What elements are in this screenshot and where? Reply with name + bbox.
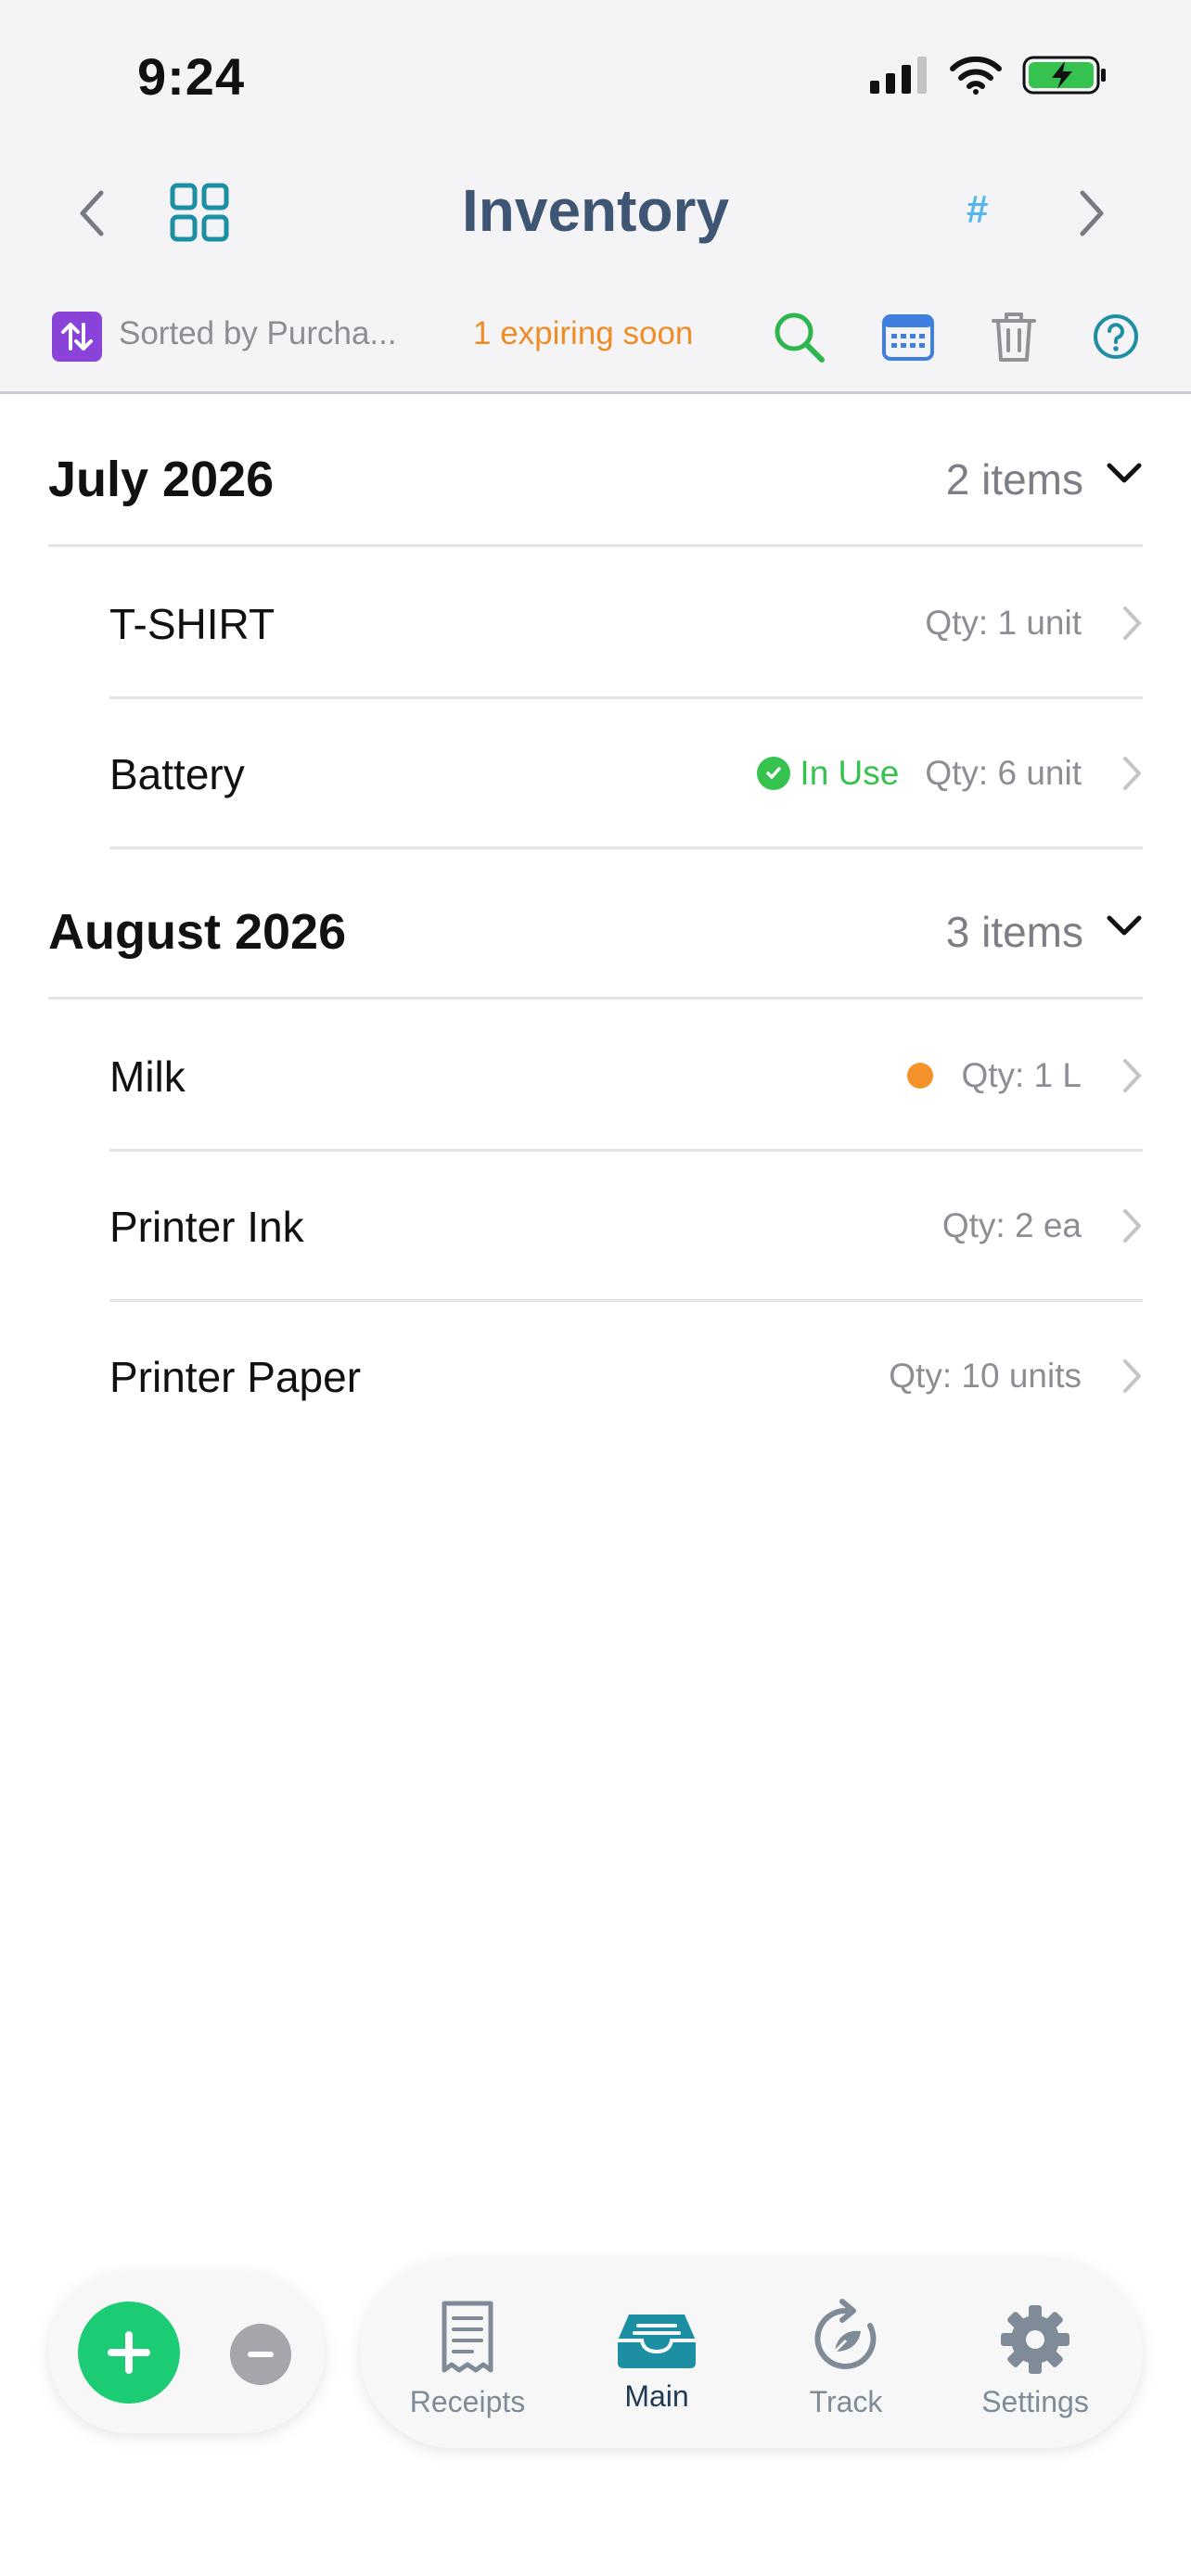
remove-item-button[interactable] [230, 2324, 291, 2385]
toolbar: Sorted by Purcha... 1 expiring soon [0, 297, 1191, 380]
hash-button[interactable]: # [967, 187, 988, 232]
trash-icon [992, 312, 1036, 362]
item-qty: Qty: 1 L [961, 1056, 1082, 1094]
gear-icon [1001, 2305, 1069, 2374]
expiring-dot [907, 1063, 934, 1089]
chevron-down-icon [1107, 915, 1142, 936]
tab-label: Settings [981, 2385, 1089, 2418]
item-qty: Qty: 6 unit [925, 754, 1082, 792]
section-title: July 2026 [48, 452, 275, 507]
section-header-july[interactable]: July 2026 2 items [48, 399, 1143, 547]
list-item[interactable]: T-SHIRT Qty: 1 unit [109, 549, 1143, 699]
status-icons [870, 56, 1108, 95]
item-meta: Qty: 1 unit [925, 549, 1143, 697]
inbox-icon [618, 2315, 696, 2368]
expiring-filter[interactable]: 1 expiring soon [473, 315, 693, 352]
check-circle-icon [757, 757, 791, 790]
add-item-button[interactable] [78, 2302, 180, 2404]
tab-settings[interactable]: Settings [942, 2259, 1128, 2448]
item-meta: Qty: 10 units [889, 1302, 1143, 1450]
list-item[interactable]: Printer Paper Qty: 10 units [109, 1302, 1143, 1452]
chevron-down-icon [1107, 463, 1142, 483]
nav-bar: Inventory # [0, 167, 1191, 260]
chevron-right-icon [1123, 1209, 1141, 1243]
item-name: Milk [109, 1052, 186, 1101]
tab-main[interactable]: Main [564, 2259, 749, 2448]
item-name: T-SHIRT [109, 600, 275, 648]
list-item[interactable]: Printer Ink Qty: 2 ea [109, 1152, 1143, 1302]
minus-icon [248, 2352, 274, 2357]
tab-label: Main [624, 2379, 689, 2413]
item-name: Printer Ink [109, 1203, 304, 1251]
item-meta: In Use Qty: 6 unit [757, 699, 1143, 848]
delete-button[interactable] [983, 306, 1044, 367]
list-item[interactable]: Battery In Use Qty: 6 unit [109, 699, 1143, 849]
wifi-icon [950, 56, 1002, 95]
battery-icon [1022, 56, 1106, 95]
calendar-button[interactable] [877, 306, 939, 367]
chevron-right-icon [1123, 1359, 1141, 1393]
chevron-right-icon [1123, 606, 1141, 640]
quantity-actions [48, 2272, 325, 2433]
tab-receipts[interactable]: Receipts [375, 2259, 560, 2448]
section-title: August 2026 [48, 904, 347, 960]
chevron-right-icon [1123, 757, 1141, 790]
tab-bar: Receipts Main Track Settings [360, 2259, 1143, 2448]
track-icon [814, 2299, 877, 2369]
chevron-right-icon [1123, 1059, 1141, 1092]
sort-icon [61, 323, 93, 351]
item-name: Printer Paper [109, 1353, 362, 1401]
list-item[interactable]: Milk Qty: 1 L [109, 1001, 1143, 1152]
item-qty: Qty: 1 unit [925, 604, 1082, 642]
tab-label: Receipts [409, 2385, 526, 2418]
chevron-right-icon [1080, 190, 1104, 236]
status-time: 9:24 [137, 47, 246, 106]
item-meta: Qty: 2 ea [942, 1152, 1143, 1300]
help-button[interactable] [1085, 306, 1146, 367]
sort-label[interactable]: Sorted by Purcha... [119, 315, 397, 352]
item-qty: Qty: 2 ea [941, 1206, 1082, 1244]
section-header-august[interactable]: August 2026 3 items [48, 851, 1143, 1000]
top-header: 9:24 Inventory # Sorted by Purcha... 1 e… [0, 0, 1191, 394]
forward-button[interactable] [1067, 184, 1119, 243]
section-count: 2 items [945, 455, 1083, 504]
help-icon [1094, 314, 1138, 359]
in-use-label: In Use [800, 754, 900, 792]
calendar-icon [882, 314, 934, 361]
item-qty: Qty: 10 units [889, 1357, 1082, 1395]
search-button[interactable] [768, 306, 829, 367]
signal-icon [870, 57, 927, 94]
search-icon [775, 312, 825, 363]
sort-button[interactable] [52, 312, 102, 362]
receipt-icon [442, 2301, 493, 2373]
tab-track[interactable]: Track [753, 2259, 939, 2448]
item-meta: Qty: 1 L [907, 1001, 1143, 1150]
item-name: Battery [109, 750, 245, 798]
page-title: Inventory [461, 177, 730, 244]
tab-label: Track [809, 2385, 883, 2418]
in-use-badge: In Use [757, 754, 899, 793]
plus-icon [108, 2331, 150, 2374]
section-count: 3 items [945, 908, 1083, 956]
